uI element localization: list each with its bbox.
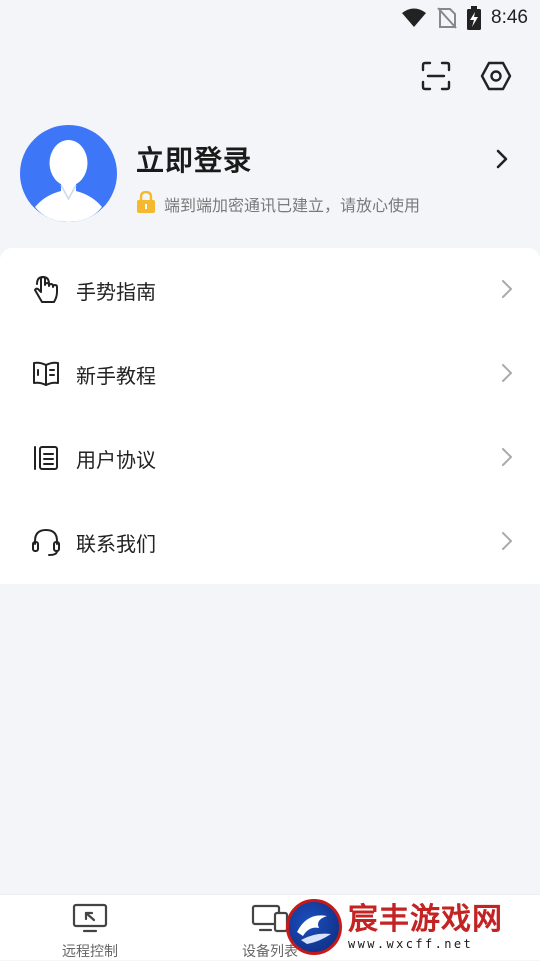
menu-item-beginner-tutorial[interactable]: 新手教程: [0, 332, 540, 416]
chevron-right-icon: [500, 530, 514, 556]
menu-list: 手势指南 新手教程: [0, 248, 540, 584]
watermark-logo-icon: [286, 899, 342, 955]
lock-icon: [136, 191, 156, 217]
watermark: 宸丰游戏网 www.wxcff.net: [286, 896, 532, 958]
login-title[interactable]: 立即登录: [136, 139, 252, 179]
menu-item-user-agreement[interactable]: 用户协议: [0, 416, 540, 500]
avatar[interactable]: [20, 125, 117, 222]
chevron-right-icon: [500, 278, 514, 304]
scan-icon: [421, 61, 451, 95]
watermark-url: www.wxcff.net: [348, 937, 503, 951]
profile-header[interactable]: 立即登录 端到端加密通讯已建立，请放心使用: [20, 125, 520, 225]
document-icon: [30, 442, 62, 474]
settings-button[interactable]: [476, 58, 516, 98]
secure-text: 端到端加密通讯已建立，请放心使用: [164, 192, 420, 216]
secure-notice: 端到端加密通讯已建立，请放心使用: [136, 191, 420, 217]
menu-item-label: 新手教程: [76, 360, 156, 389]
menu-item-label: 手势指南: [76, 276, 156, 305]
watermark-title: 宸丰游戏网: [348, 903, 503, 937]
default-avatar-icon: [20, 125, 117, 222]
top-actions: [416, 58, 516, 98]
menu-item-label: 联系我们: [76, 528, 156, 557]
chevron-right-icon: [500, 446, 514, 472]
settings-hexagon-icon: [480, 61, 512, 95]
nav-label: 远程控制: [62, 941, 118, 961]
gesture-hand-icon: [30, 274, 62, 306]
battery-charging-icon: [467, 6, 481, 30]
menu-item-contact-us[interactable]: 联系我们: [0, 500, 540, 584]
no-sim-icon: [437, 7, 457, 29]
scan-button[interactable]: [416, 58, 456, 98]
clock-time: 8:46: [491, 7, 528, 29]
chevron-right-icon: [500, 362, 514, 388]
remote-screen-icon: [72, 903, 108, 937]
chevron-right-icon[interactable]: [492, 147, 512, 171]
nav-tab-remote-control[interactable]: 远程控制: [0, 895, 180, 960]
status-bar: 8:46: [0, 0, 540, 36]
headset-icon: [30, 526, 62, 558]
devices-icon: [251, 903, 289, 937]
wifi-icon: [401, 7, 427, 29]
book-icon: [30, 358, 62, 390]
menu-item-label: 用户协议: [76, 444, 156, 473]
menu-item-gesture-guide[interactable]: 手势指南: [0, 248, 540, 332]
